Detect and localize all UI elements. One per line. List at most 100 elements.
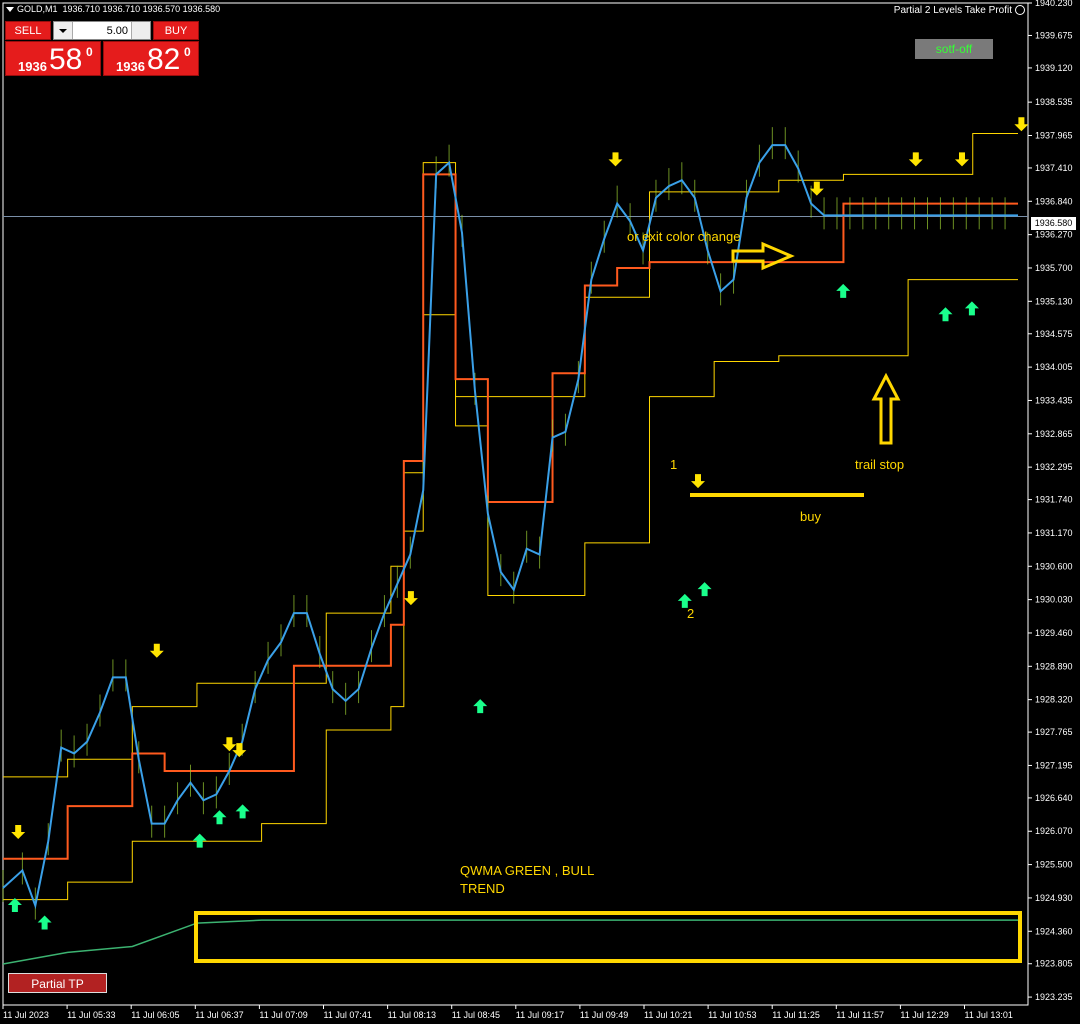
sell-signal-arrow-icon xyxy=(1014,117,1029,132)
y-tick-label: 1929.460 xyxy=(1035,628,1073,638)
buy-signal-arrow-icon xyxy=(235,804,250,819)
buy-signal-arrow-icon xyxy=(37,915,52,930)
expert-advisor-title[interactable]: Partial 2 Levels Take Profit xyxy=(894,5,1012,16)
y-tick-label: 1930.600 xyxy=(1035,561,1073,571)
x-tick-label: 11 Jul 08:45 xyxy=(452,1010,500,1020)
y-tick-label: 1926.640 xyxy=(1035,793,1073,803)
buy-signal-arrow-icon xyxy=(212,810,227,825)
annotation-qwma-line2: TREND xyxy=(460,881,505,896)
buy-signal-arrow-icon xyxy=(836,283,851,298)
buy-signal-arrow-icon xyxy=(192,833,207,848)
soft-off-button[interactable]: sotf-off xyxy=(915,39,993,59)
lot-dropdown-button[interactable] xyxy=(54,22,73,39)
y-tick-label: 1936.270 xyxy=(1035,230,1073,240)
y-tick-label: 1933.435 xyxy=(1035,395,1073,405)
x-tick-label: 11 Jul 07:41 xyxy=(324,1010,372,1020)
annotation-label-1: 1 xyxy=(670,457,678,472)
buy-signal-arrow-icon xyxy=(473,699,488,714)
partial-tp-button[interactable]: Partial TP xyxy=(8,973,107,993)
x-tick-label: 11 Jul 11:25 xyxy=(772,1010,820,1020)
symbol-info: GOLD,M1 1936.710 1936.710 1936.570 1936.… xyxy=(6,4,220,14)
y-tick-label: 1935.130 xyxy=(1035,296,1073,306)
y-tick-label: 1934.005 xyxy=(1035,362,1073,372)
sell-price-big: 58 xyxy=(49,43,83,76)
buy-signal-arrow-icon xyxy=(697,582,712,597)
y-tick-label: 1924.930 xyxy=(1035,893,1073,903)
y-tick-label: 1940.230 xyxy=(1035,0,1073,8)
y-tick-label: 1936.840 xyxy=(1035,196,1073,206)
sell-price-sup: 0 xyxy=(86,45,93,59)
buy-price-button[interactable]: 1936 82 0 xyxy=(103,41,199,76)
sell-signal-arrow-icon xyxy=(608,152,623,167)
smiley-icon xyxy=(1015,5,1025,15)
sell-signal-arrow-icon xyxy=(149,643,164,658)
y-tick-label: 1934.575 xyxy=(1035,329,1073,339)
y-tick-label: 1932.865 xyxy=(1035,429,1073,439)
y-tick-label: 1924.360 xyxy=(1035,926,1073,936)
x-tick-label: 11 Jul 11:57 xyxy=(836,1010,884,1020)
y-tick-label: 1926.070 xyxy=(1035,826,1073,836)
lot-size-field[interactable] xyxy=(53,21,151,40)
x-tick-label: 11 Jul 09:17 xyxy=(516,1010,564,1020)
y-tick-label: 1932.295 xyxy=(1035,462,1073,472)
y-tick-label: 1928.320 xyxy=(1035,695,1073,705)
sell-signal-arrow-icon xyxy=(809,181,824,196)
x-tick-label: 11 Jul 05:33 xyxy=(67,1010,115,1020)
y-tick-label: 1927.195 xyxy=(1035,760,1073,770)
x-tick-label: 11 Jul 06:05 xyxy=(131,1010,179,1020)
annotation-buy: buy xyxy=(800,509,821,524)
y-tick-label: 1938.535 xyxy=(1035,97,1073,107)
x-tick-label: 11 Jul 08:13 xyxy=(388,1010,436,1020)
current-price-tag: 1936.580 xyxy=(1031,217,1076,230)
sell-button[interactable]: SELL xyxy=(5,21,51,40)
y-tick-label: 1937.410 xyxy=(1035,163,1073,173)
sell-price-prefix: 1936 xyxy=(18,59,47,74)
lot-spinner[interactable] xyxy=(131,22,150,39)
y-tick-label: 1923.235 xyxy=(1035,992,1073,1002)
x-tick-label: 11 Jul 2023 xyxy=(3,1010,49,1020)
sell-signal-arrow-icon xyxy=(691,474,705,489)
sell-signal-arrow-icon xyxy=(908,152,923,167)
buy-signal-arrow-icon xyxy=(938,307,953,322)
channel-upper-line xyxy=(3,132,1018,778)
y-tick-label: 1927.765 xyxy=(1035,727,1073,737)
y-tick-label: 1925.500 xyxy=(1035,860,1073,870)
right-arrow-icon xyxy=(731,241,795,271)
lot-size-input[interactable] xyxy=(74,22,128,39)
annotation-label-2: 2 xyxy=(687,606,695,621)
y-tick-label: 1931.170 xyxy=(1035,528,1073,538)
buy-button[interactable]: BUY xyxy=(153,21,199,40)
chart-frame xyxy=(2,2,1029,1006)
trail-stop-line xyxy=(3,173,1018,860)
x-tick-label: 11 Jul 07:09 xyxy=(259,1010,307,1020)
x-tick-label: 11 Jul 09:49 xyxy=(580,1010,628,1020)
x-tick-label: 11 Jul 12:29 xyxy=(900,1010,948,1020)
sell-signal-arrow-icon xyxy=(222,737,237,752)
buy-signal-arrow-icon xyxy=(964,301,979,316)
one-click-trading-panel: SELL BUY 1936 58 0 1936 82 0 xyxy=(5,21,199,76)
buy-price-sup: 0 xyxy=(184,45,191,59)
annotation-exit-color-change: or exit color change xyxy=(627,229,741,244)
sell-signal-arrow-icon xyxy=(955,152,969,167)
y-tick-label: 1939.120 xyxy=(1035,63,1073,73)
y-tick-label: 1928.890 xyxy=(1035,661,1073,671)
price-line xyxy=(2,144,1018,910)
x-tick-label: 11 Jul 10:21 xyxy=(644,1010,692,1020)
y-tick-label: 1923.805 xyxy=(1035,959,1073,969)
chevron-down-icon xyxy=(59,29,67,33)
buy-price-prefix: 1936 xyxy=(116,59,145,74)
sell-signal-arrow-icon xyxy=(11,825,26,840)
annotation-trail-stop: trail stop xyxy=(855,457,905,472)
y-tick-label: 1930.030 xyxy=(1035,595,1073,605)
sell-signal-arrow-icon xyxy=(403,591,418,606)
x-tick-label: 11 Jul 06:37 xyxy=(195,1010,243,1020)
caret-down-icon xyxy=(6,7,14,13)
y-tick-label: 1937.965 xyxy=(1035,130,1073,140)
y-tick-label: 1935.700 xyxy=(1035,263,1073,273)
symbol-info-text: GOLD,M1 1936.710 1936.710 1936.570 1936.… xyxy=(17,4,221,14)
x-tick-label: 11 Jul 13:01 xyxy=(965,1010,1013,1020)
y-tick-label: 1939.675 xyxy=(1035,30,1073,40)
x-tick-label: 11 Jul 10:53 xyxy=(708,1010,756,1020)
annotation-qwma-line1: QWMA GREEN , BULL xyxy=(460,863,595,878)
sell-price-button[interactable]: 1936 58 0 xyxy=(5,41,101,76)
